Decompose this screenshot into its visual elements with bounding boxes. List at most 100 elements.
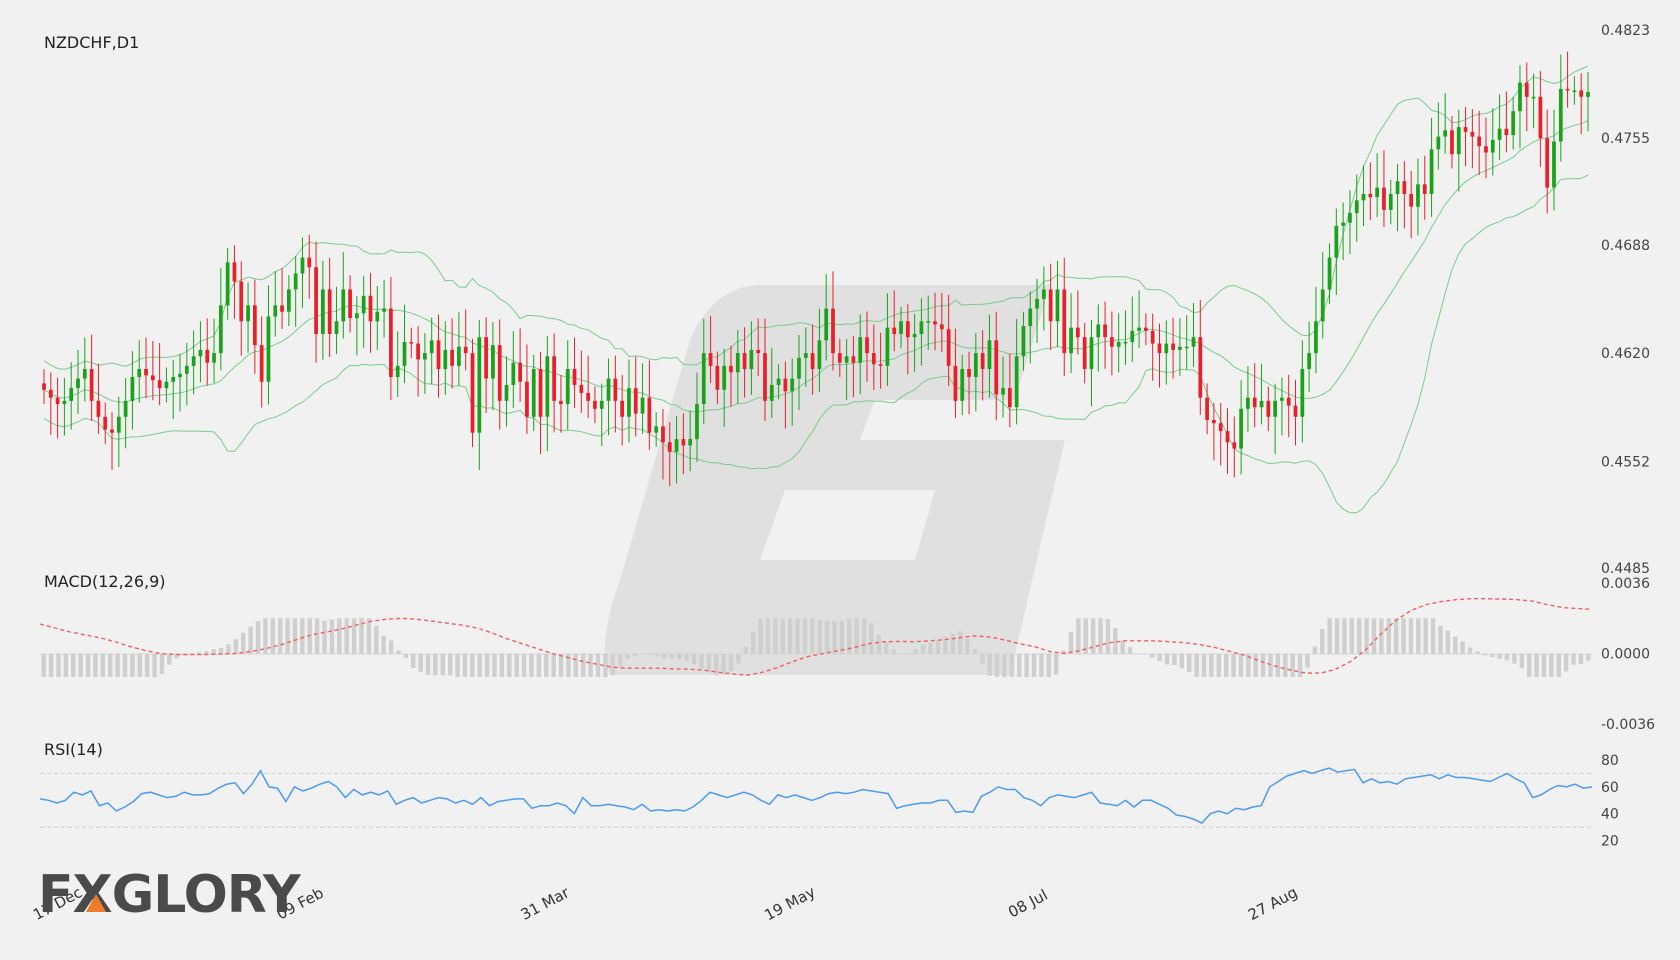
candle xyxy=(314,241,318,363)
candle xyxy=(1307,321,1311,392)
candle xyxy=(259,316,264,408)
macd-histogram-bar xyxy=(913,649,918,654)
candle xyxy=(164,367,169,403)
macd-histogram-bar xyxy=(721,653,726,675)
candle xyxy=(246,282,250,353)
candle xyxy=(647,360,652,450)
rsi-y-tick: 80 xyxy=(1601,753,1619,769)
macd-histogram-bar xyxy=(233,639,239,654)
candle xyxy=(355,296,359,356)
candle xyxy=(144,337,148,399)
date-tick-label: 08 Jul xyxy=(1005,886,1050,922)
macd-histogram-bar xyxy=(1009,653,1015,677)
macd-histogram-bar xyxy=(728,653,734,671)
macd-histogram-bar xyxy=(1305,653,1310,668)
macd-histogram-bar xyxy=(144,653,150,677)
candle xyxy=(89,334,94,421)
macd-histogram-bar xyxy=(85,653,91,677)
price-y-tick: 0.4823 xyxy=(1601,23,1650,39)
candle xyxy=(620,375,625,446)
macd-histogram-bar xyxy=(610,653,615,676)
macd-histogram-bar xyxy=(1017,653,1022,677)
candle xyxy=(1123,310,1128,365)
macd-histogram-bar xyxy=(484,653,490,677)
candle xyxy=(1062,257,1067,377)
candle xyxy=(450,318,454,389)
macd-histogram-bar xyxy=(1076,618,1081,654)
macd-histogram-bar xyxy=(980,653,985,664)
macd-histogram-bar xyxy=(425,653,431,676)
candle xyxy=(1314,286,1318,374)
macd-histogram-bar xyxy=(1253,653,1258,677)
candle xyxy=(1089,320,1094,407)
macd-histogram-bar xyxy=(1238,653,1244,677)
candle xyxy=(1558,54,1563,162)
rsi-y-tick: 20 xyxy=(1601,834,1619,850)
price-y-tick: 0.4552 xyxy=(1601,454,1650,470)
candle xyxy=(559,375,563,433)
rsi-panel: RSI(14) 80 60 40 20 xyxy=(39,740,1619,850)
candle xyxy=(212,318,216,383)
candle xyxy=(1348,190,1352,255)
macd-histogram-bar xyxy=(1386,618,1391,654)
candle xyxy=(110,412,114,470)
macd-histogram-bar xyxy=(381,635,386,654)
macd-histogram-bar xyxy=(558,653,564,677)
macd-histogram-bar xyxy=(1504,653,1510,661)
macd-histogram-bar xyxy=(130,653,135,677)
candle xyxy=(334,286,339,355)
macd-histogram-bar xyxy=(1327,618,1332,654)
rsi-line xyxy=(39,767,1593,825)
candle xyxy=(76,349,80,414)
candle xyxy=(1545,109,1550,214)
macd-histogram-bar xyxy=(1497,653,1502,659)
macd-histogram-bar xyxy=(1438,625,1443,654)
candle xyxy=(225,248,230,320)
macd-y-tick: -0.0036 xyxy=(1601,717,1655,733)
macd-histogram-bar xyxy=(499,653,505,677)
macd-histogram-bar xyxy=(1039,653,1044,677)
candle xyxy=(1416,158,1420,236)
macd-histogram-bar xyxy=(787,618,793,654)
candle xyxy=(525,344,529,434)
candle xyxy=(1470,108,1475,169)
macd-histogram-bar xyxy=(396,650,401,654)
macd-histogram-bar xyxy=(1216,653,1221,677)
macd-y-tick: 0.0000 xyxy=(1601,647,1650,663)
macd-histogram-bar xyxy=(322,620,327,654)
candle xyxy=(429,317,434,385)
candle xyxy=(1565,51,1570,108)
macd-histogram-bar xyxy=(374,625,379,654)
candle xyxy=(1490,108,1495,176)
candle xyxy=(1218,403,1223,466)
candle xyxy=(1252,363,1257,428)
macd-histogram-bar xyxy=(1090,618,1096,654)
candle xyxy=(1069,293,1073,374)
price-y-tick: 0.4755 xyxy=(1601,131,1650,147)
macd-histogram-bar xyxy=(817,620,822,654)
price-y-tick: 0.4688 xyxy=(1601,238,1650,254)
macd-histogram-bar xyxy=(1312,646,1318,654)
macd-histogram-bar xyxy=(654,653,660,657)
macd-histogram-bar xyxy=(1445,630,1451,654)
macd-histogram-bar xyxy=(1534,653,1539,677)
candle xyxy=(1327,243,1332,304)
macd-histogram-bar xyxy=(351,618,357,654)
candle xyxy=(321,260,325,360)
macd-histogram-bar xyxy=(159,653,165,675)
candle xyxy=(1130,296,1135,363)
candle xyxy=(1429,117,1434,217)
macd-histogram-bar xyxy=(1578,653,1584,665)
candle xyxy=(389,277,393,400)
candle xyxy=(491,322,495,411)
macd-histogram-bar xyxy=(906,652,911,654)
macd-histogram-bar xyxy=(1416,618,1421,654)
candle xyxy=(280,268,284,329)
candle xyxy=(627,359,631,443)
macd-histogram-bar xyxy=(514,653,519,677)
macd-histogram-bar xyxy=(285,618,290,654)
candle xyxy=(1293,379,1298,446)
candle xyxy=(1286,374,1291,438)
macd-histogram-bar xyxy=(1297,653,1303,677)
macd-histogram-bar xyxy=(1187,653,1192,673)
